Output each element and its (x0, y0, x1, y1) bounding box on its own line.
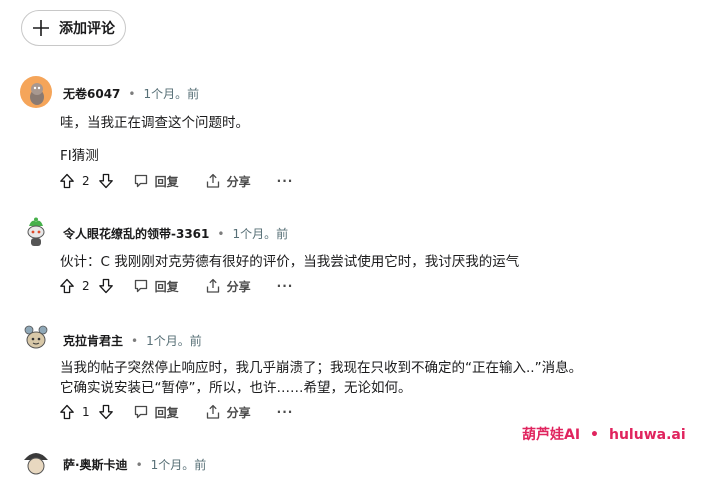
meta-separator: • (128, 86, 136, 101)
comment-time[interactable]: 1个月。前 (232, 225, 288, 242)
meta-separator: • (217, 226, 225, 241)
comment-author[interactable]: 令人眼花缭乱的领带-3361 (63, 225, 209, 242)
avatar[interactable] (20, 322, 52, 354)
share-icon (205, 404, 221, 420)
upvote-icon[interactable] (58, 403, 76, 421)
vote-count: 1 (82, 405, 90, 419)
downvote-icon[interactable] (97, 172, 115, 190)
share-label: 分享 (226, 405, 251, 420)
watermark: 葫芦娃AI • huluwa.ai (522, 424, 686, 444)
vote-group: 2 (58, 277, 115, 295)
reply-icon (133, 404, 149, 420)
reply-label: 回复 (154, 279, 179, 294)
reply-icon (133, 173, 149, 189)
share-icon (205, 278, 221, 294)
vote-count: 2 (82, 174, 90, 188)
comment-author[interactable]: 萨·奥斯卡迪 (63, 456, 128, 473)
upvote-icon[interactable] (58, 277, 76, 295)
comment-body-line: 伙计：C 我刚刚对克劳德有很好的评价，当我尝试使用它时，我讨厌我的运气 (60, 254, 520, 270)
downvote-icon[interactable] (97, 403, 115, 421)
comment-time[interactable]: 1个月。前 (151, 456, 207, 473)
reply-icon (133, 278, 149, 294)
upvote-icon[interactable] (58, 172, 76, 190)
more-options-button[interactable]: ··· (277, 279, 294, 293)
share-label: 分享 (226, 279, 251, 294)
reply-label: 回复 (154, 174, 179, 189)
watermark-site: huluwa.ai (609, 427, 686, 443)
more-options-button[interactable]: ··· (277, 174, 294, 188)
watermark-separator: • (590, 427, 599, 443)
share-button[interactable]: 分享 (205, 173, 251, 190)
comment-time[interactable]: 1个月。前 (146, 332, 202, 349)
comment-body-line: FI猜测 (60, 148, 99, 164)
vote-group: 1 (58, 403, 115, 421)
comment-author[interactable]: 克拉肯君主 (63, 332, 123, 349)
more-options-button[interactable]: ··· (277, 405, 294, 419)
reply-button[interactable]: 回复 (133, 278, 179, 295)
watermark-brand: 葫芦娃AI (522, 427, 581, 443)
reply-button[interactable]: 回复 (133, 404, 179, 421)
vote-group: 2 (58, 172, 115, 190)
share-icon (205, 173, 221, 189)
reply-button[interactable]: 回复 (133, 173, 179, 190)
avatar[interactable] (20, 446, 52, 478)
vote-count: 2 (82, 279, 90, 293)
meta-separator: • (135, 457, 143, 472)
comment-author[interactable]: 无卷6047 (63, 85, 120, 102)
reply-label: 回复 (154, 405, 179, 420)
plus-icon (32, 19, 50, 37)
downvote-icon[interactable] (97, 277, 115, 295)
comment-body-line: 当我的帖子突然停止响应时，我几乎崩溃了；我现在只收到不确定的“正在输入..”消息… (60, 360, 583, 376)
share-label: 分享 (226, 174, 251, 189)
add-comment-label: 添加评论 (59, 21, 115, 37)
avatar[interactable] (20, 216, 52, 248)
avatar[interactable] (20, 76, 52, 108)
share-button[interactable]: 分享 (205, 404, 251, 421)
comment-body-line: 哇，当我正在调查这个问题时。 (60, 115, 249, 131)
meta-separator: • (131, 333, 139, 348)
add-comment-button[interactable]: 添加评论 (21, 10, 126, 46)
share-button[interactable]: 分享 (205, 278, 251, 295)
comment-time[interactable]: 1个月。前 (143, 85, 199, 102)
comment-body-line: 它确实说安装已“暂停”，所以，也许……希望，无论如何。 (60, 380, 412, 396)
